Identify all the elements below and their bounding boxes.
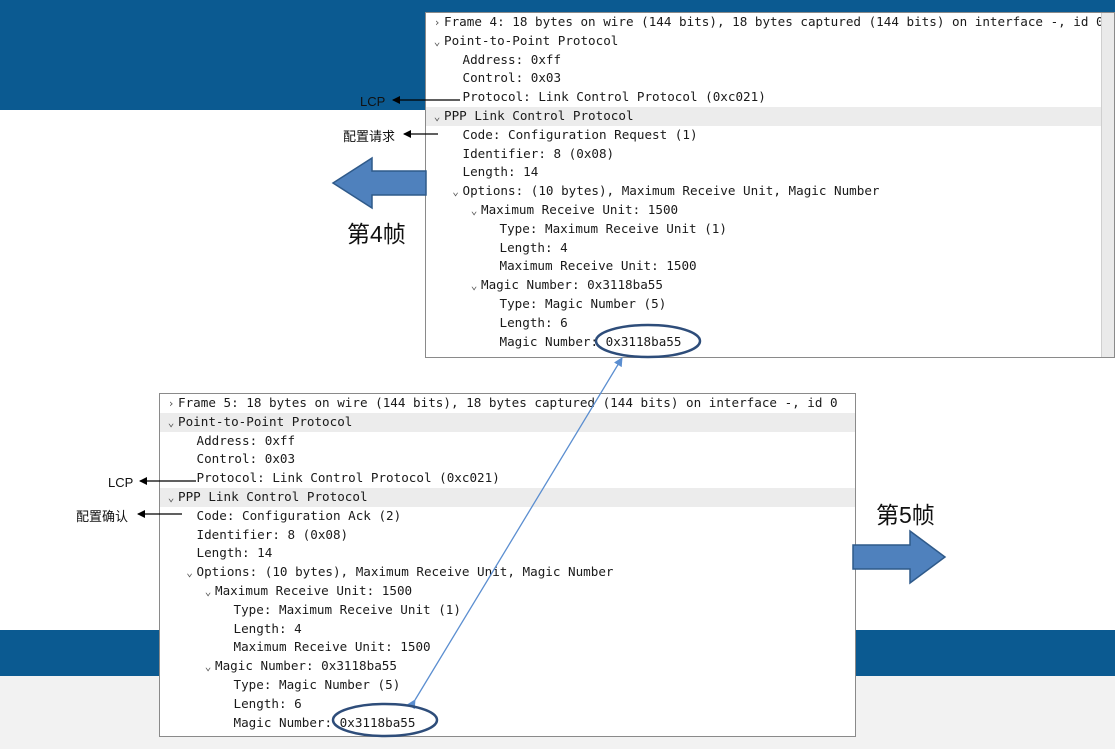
magic-number-connector <box>407 357 623 710</box>
big-right-arrow-icon <box>852 529 947 585</box>
big-left-arrow-icon <box>331 156 427 210</box>
frame5-magic-number-highlight <box>331 702 439 738</box>
annotation-overlay <box>137 96 947 738</box>
frame4-magic-number-highlight <box>594 323 702 359</box>
